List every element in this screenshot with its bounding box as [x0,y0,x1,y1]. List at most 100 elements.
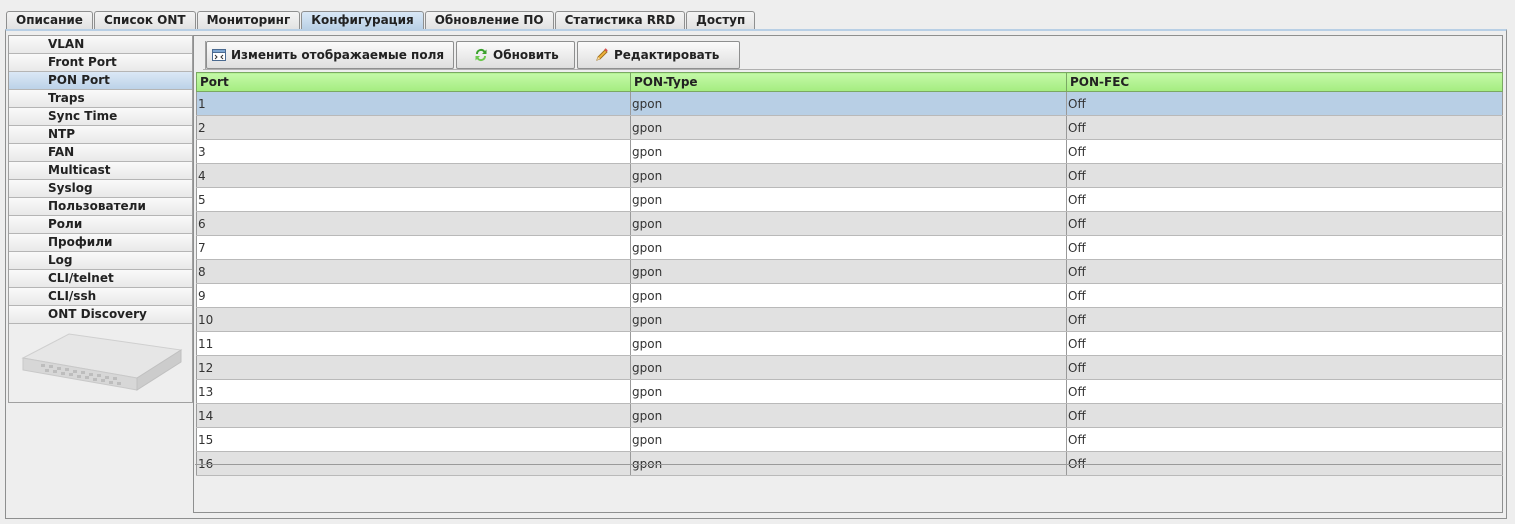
olt-device-image [21,333,183,391]
table-header-row: Port PON-Type PON-FEC [196,72,1503,92]
table-row[interactable]: 10 gpon Off [196,307,1503,332]
change-fields-label: Изменить отображаемые поля [231,48,445,62]
sidebar-item-15[interactable]: ONT Discovery [9,306,192,324]
table-cell: Off [1066,139,1503,164]
table-row[interactable]: 13 gpon Off [196,379,1503,404]
refresh-label: Обновить [493,48,559,62]
sidebar-item-4[interactable]: Sync Time [9,108,192,126]
sidebar-item-14[interactable]: CLI/ssh [9,288,192,306]
table-row[interactable]: 8 gpon Off [196,259,1503,284]
table-cell: gpon [630,139,1067,164]
table-row[interactable]: 4 gpon Off [196,163,1503,188]
pon-port-table: Port PON-Type PON-FEC 1 gpon Off 2 gpon Off 3 g… [196,72,1503,476]
table-cell: 10 [196,307,631,332]
table-cell: 15 [196,427,631,452]
table-cell: 9 [196,283,631,308]
sidebar-item-0[interactable]: VLAN [9,36,192,54]
table-cell: Off [1066,259,1503,284]
table-cell: 5 [196,187,631,212]
table-cell: gpon [630,307,1067,332]
table-row[interactable]: 11 gpon Off [196,331,1503,356]
tab-6[interactable]: Доступ [686,11,756,29]
table-row[interactable]: 2 gpon Off [196,115,1503,140]
refresh-button[interactable]: Обновить [456,41,575,69]
sidebar-item-3[interactable]: Traps [9,90,192,108]
table-cell: Off [1066,355,1503,380]
sidebar-item-10[interactable]: Роли [9,216,192,234]
table-cell: gpon [630,427,1067,452]
config-sidebar: VLAN Front Port PON Port Traps Sync Time NTP F… [8,35,193,403]
column-header-pon-fec[interactable]: PON-FEC [1066,72,1503,92]
toolbar: Изменить отображаемые поля Обновить Реда… [205,41,742,69]
tab-1[interactable]: Список ONT [93,11,196,29]
table-cell: Off [1066,427,1503,452]
sidebar-item-5[interactable]: NTP [9,126,192,144]
table-cell: 7 [196,235,631,260]
table-row[interactable]: 15 gpon Off [196,427,1503,452]
sidebar-item-6[interactable]: FAN [9,144,192,162]
table-cell: 8 [196,259,631,284]
table-cell: 4 [196,163,631,188]
table-cell: Off [1066,283,1503,308]
sidebar-item-12[interactable]: Log [9,252,192,270]
sidebar-item-7[interactable]: Multicast [9,162,192,180]
table-row[interactable]: 14 gpon Off [196,403,1503,428]
table-cell: Off [1066,235,1503,260]
table-cell: Off [1066,211,1503,236]
refresh-icon [473,47,489,63]
tab-bar: Описание Список ONT Мониторинг Конфигурация… [6,11,756,30]
sidebar-item-1[interactable]: Front Port [9,54,192,72]
table-row[interactable]: 7 gpon Off [196,235,1503,260]
table-cell: gpon [630,331,1067,356]
sidebar-item-8[interactable]: Syslog [9,180,192,198]
table-row[interactable]: 3 gpon Off [196,139,1503,164]
table-row[interactable]: 6 gpon Off [196,211,1503,236]
table-cell: 11 [196,331,631,356]
change-fields-button[interactable]: Изменить отображаемые поля [206,41,454,69]
column-header-pon-type[interactable]: PON-Type [630,72,1067,92]
tab-3[interactable]: Конфигурация [301,11,424,30]
table-row[interactable]: 1 gpon Off [196,91,1503,116]
table-cell: gpon [630,259,1067,284]
table-cell: gpon [630,91,1067,116]
table-cell: Off [1066,379,1503,404]
tab-0[interactable]: Описание [6,11,93,29]
table-cell: Off [1066,163,1503,188]
table-cell: gpon [630,163,1067,188]
table-cell: 1 [196,91,631,116]
column-header-port[interactable]: Port [196,72,631,92]
table-cell: 6 [196,211,631,236]
sidebar-item-9[interactable]: Пользователи [9,198,192,216]
table-cell: Off [1066,91,1503,116]
table-cell: Off [1066,403,1503,428]
toolbar-separator [203,69,1501,70]
table-empty-area [195,464,1501,511]
table-cell: gpon [630,283,1067,308]
sidebar-item-11[interactable]: Профили [9,234,192,252]
edit-button[interactable]: Редактировать [577,41,740,69]
sidebar-item-13[interactable]: CLI/telnet [9,270,192,288]
table-cell: 2 [196,115,631,140]
columns-icon [211,47,227,63]
config-nav-list: VLAN Front Port PON Port Traps Sync Time NTP F… [9,36,192,324]
table-cell: Off [1066,115,1503,140]
table-row[interactable]: 9 gpon Off [196,283,1503,308]
table-row[interactable]: 12 gpon Off [196,355,1503,380]
table-cell: Off [1066,307,1503,332]
table-cell: Off [1066,187,1503,212]
sidebar-item-2[interactable]: PON Port [9,72,192,90]
table-cell: Off [1066,331,1503,356]
pencil-icon [594,47,610,63]
table-cell: gpon [630,187,1067,212]
table-cell: gpon [630,115,1067,140]
table-row[interactable]: 5 gpon Off [196,187,1503,212]
tab-2[interactable]: Мониторинг [196,11,301,29]
table-cell: 12 [196,355,631,380]
table-cell: gpon [630,211,1067,236]
table-cell: gpon [630,403,1067,428]
tab-4[interactable]: Обновление ПО [424,11,554,29]
edit-label: Редактировать [614,48,720,62]
table-cell: gpon [630,379,1067,404]
tab-5[interactable]: Статистика RRD [554,11,686,29]
table-cell: gpon [630,355,1067,380]
